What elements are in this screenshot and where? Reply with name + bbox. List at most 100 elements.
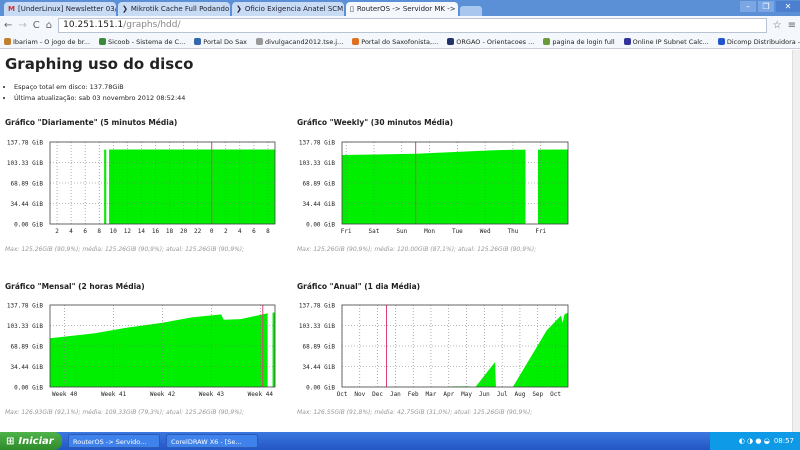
x-tick-label: Feb — [408, 391, 419, 398]
start-button[interactable]: ⊞ Iniciar — [0, 432, 62, 450]
y-tick-label: 34.44 GiB — [10, 201, 43, 208]
x-tick-label: Week 43 — [199, 391, 225, 398]
x-tick-label: 10 — [110, 228, 118, 235]
last-update: Última atualização: sab 03 novembro 2012… — [14, 93, 185, 104]
x-tick-label: Sat — [369, 228, 380, 235]
forward-icon[interactable]: → — [18, 20, 26, 31]
bookmark-item[interactable]: Ibariam - O jogo de br... — [4, 38, 90, 46]
bookmark-icon — [352, 38, 360, 45]
disk-usage-chart: 0.00 GiB 34.44 GiB 68.89 GiB 103.33 GiB 137.… — [299, 140, 569, 235]
tab-newsletter[interactable]: M [UnderLinux] Newsletter 03/1 — [4, 2, 116, 16]
x-tick-label: Tue — [452, 228, 463, 235]
mikrotik-icon: ❯ — [122, 5, 128, 13]
bookmark-item[interactable]: pagina de login full — [543, 38, 615, 46]
y-tick-label: 0.00 GiB — [14, 222, 43, 229]
taskbar-item-chrome[interactable]: RouterOS -> Servido... — [68, 434, 160, 448]
x-tick-label: 12 — [124, 228, 132, 235]
x-tick-label: Oct — [550, 391, 561, 398]
x-tick-label: Dec — [372, 391, 383, 398]
x-tick-label: Mar — [426, 391, 437, 398]
y-tick-label: 103.33 GiB — [7, 160, 44, 167]
menu-icon[interactable]: ≡ — [788, 20, 796, 31]
mikrotik-icon: ❯ — [236, 5, 242, 13]
x-tick-label: Mon — [424, 228, 435, 235]
chart-title: Gráfico "Diariamente" (5 minutos Média) — [5, 118, 178, 127]
y-tick-label: 34.44 GiB — [10, 364, 43, 371]
page-content: Graphing uso do disco Espaço total em di… — [0, 50, 792, 432]
bookmark-item[interactable]: Portal do Saxofonista,... — [352, 38, 438, 46]
bookmark-item[interactable]: Online IP Subnet Calc... — [623, 38, 709, 46]
chart-stats: Max: 126.55GiB (91,8%); média: 42.75GiB … — [297, 409, 533, 416]
reload-icon[interactable]: C — [33, 20, 40, 31]
star-icon[interactable]: ☆ — [773, 20, 782, 31]
x-tick-label: Fri — [341, 228, 352, 235]
x-tick-label: 4 — [238, 228, 242, 235]
new-tab-button[interactable] — [460, 6, 482, 16]
system-tray: ◐ ◑ ● ◒ 08:57 — [710, 432, 800, 450]
chart-stats: Max: 126.93GiB (92,1%); média: 109.33GiB… — [5, 409, 245, 416]
y-tick-label: 68.89 GiB — [302, 344, 335, 351]
bookmark-item[interactable]: Dicomp Distribuidora - ... — [717, 38, 800, 46]
x-tick-label: 0 — [210, 228, 214, 235]
y-tick-label: 137.78 GiB — [299, 140, 336, 147]
x-tick-label: Aug — [515, 391, 526, 398]
usage-area — [537, 149, 568, 224]
taskbar: ⊞ Iniciar RouterOS -> Servido... CorelDRA… — [0, 432, 800, 450]
x-tick-label: Sun — [396, 228, 407, 235]
address-bar[interactable]: 10.251.151.1/graphs/hdd/ — [58, 18, 767, 33]
x-tick-label: Week 44 — [248, 391, 274, 398]
bookmark-item[interactable]: ORGAO - Orientacoes ... — [447, 38, 534, 46]
bookmark-item[interactable]: divulgacand2012.tse.j... — [256, 38, 343, 46]
usage-area — [109, 149, 275, 224]
x-tick-label: Week 40 — [52, 391, 78, 398]
x-tick-label: Apr — [443, 391, 454, 398]
navigation-bar: ← → C ⌂ 10.251.151.1/graphs/hdd/ ☆ ≡ — [0, 16, 800, 35]
y-tick-label: 68.89 GiB — [10, 344, 43, 351]
taskbar-item-coreldraw[interactable]: CorelDRAW X6 - [Se... — [166, 434, 258, 448]
usage-area — [512, 312, 568, 387]
close-button[interactable]: ✕ — [776, 1, 800, 12]
chart-title: Gráfico "Weekly" (30 minutos Média) — [297, 118, 454, 127]
home-icon[interactable]: ⌂ — [46, 20, 52, 31]
disk-total: Espaço total em disco: 137.78GiB — [14, 82, 185, 93]
chart-stats: Max: 125.26GiB (90,9%); média: 120.00GiB… — [297, 246, 537, 253]
vertical-scrollbar[interactable] — [792, 50, 800, 432]
x-tick-label: Wed — [480, 228, 491, 235]
tab-routeros[interactable]: ▯ RouterOS -> Servidor MK -> — [346, 2, 458, 16]
x-tick-label: May — [461, 391, 472, 398]
x-tick-label: Sep — [532, 391, 543, 398]
x-tick-label: Week 41 — [101, 391, 127, 398]
y-tick-label: 0.00 GiB — [306, 385, 335, 392]
maximize-button[interactable]: ❐ — [758, 1, 774, 12]
bookmark-icon — [623, 38, 631, 45]
y-tick-label: 0.00 GiB — [14, 385, 43, 392]
x-tick-label: Jan — [390, 391, 401, 398]
usage-area — [475, 362, 496, 387]
bookmark-icon — [543, 38, 551, 45]
disk-usage-chart: 0.00 GiB 34.44 GiB 68.89 GiB 103.33 GiB 137.… — [7, 303, 276, 398]
y-tick-label: 103.33 GiB — [299, 160, 336, 167]
clock: 08:57 — [773, 437, 794, 445]
tray-icons: ◐ ◑ ● ◒ — [738, 437, 770, 445]
x-tick-label: 4 — [69, 228, 73, 235]
minimize-button[interactable]: – — [740, 1, 756, 12]
bookmark-icon — [717, 38, 725, 45]
x-tick-label: 2 — [224, 228, 228, 235]
x-tick-label: Jul — [497, 391, 508, 398]
x-tick-label: 6 — [83, 228, 87, 235]
y-tick-label: 34.44 GiB — [302, 364, 335, 371]
tab-mikrotik[interactable]: ❯ Mikrotik Cache Full Podando — [118, 2, 230, 16]
y-tick-label: 34.44 GiB — [302, 201, 335, 208]
page-title: Graphing uso do disco — [5, 55, 194, 73]
disk-usage-chart: 0.00 GiB 34.44 GiB 68.89 GiB 103.33 GiB 137.… — [7, 140, 276, 235]
x-tick-label: 8 — [266, 228, 270, 235]
x-tick-label: Thu — [508, 228, 519, 235]
tab-anatel[interactable]: ❯ Oficio Exigencia Anatel SCM — [232, 2, 344, 16]
bookmark-item[interactable]: Portal Do Sax — [194, 38, 247, 46]
back-icon[interactable]: ← — [4, 20, 12, 31]
gmail-icon: M — [8, 5, 15, 13]
bookmark-item[interactable]: Sicoob - Sistema de C... — [99, 38, 185, 46]
y-tick-label: 0.00 GiB — [306, 222, 335, 229]
usage-area — [104, 149, 107, 224]
bookmark-icon — [256, 38, 264, 45]
